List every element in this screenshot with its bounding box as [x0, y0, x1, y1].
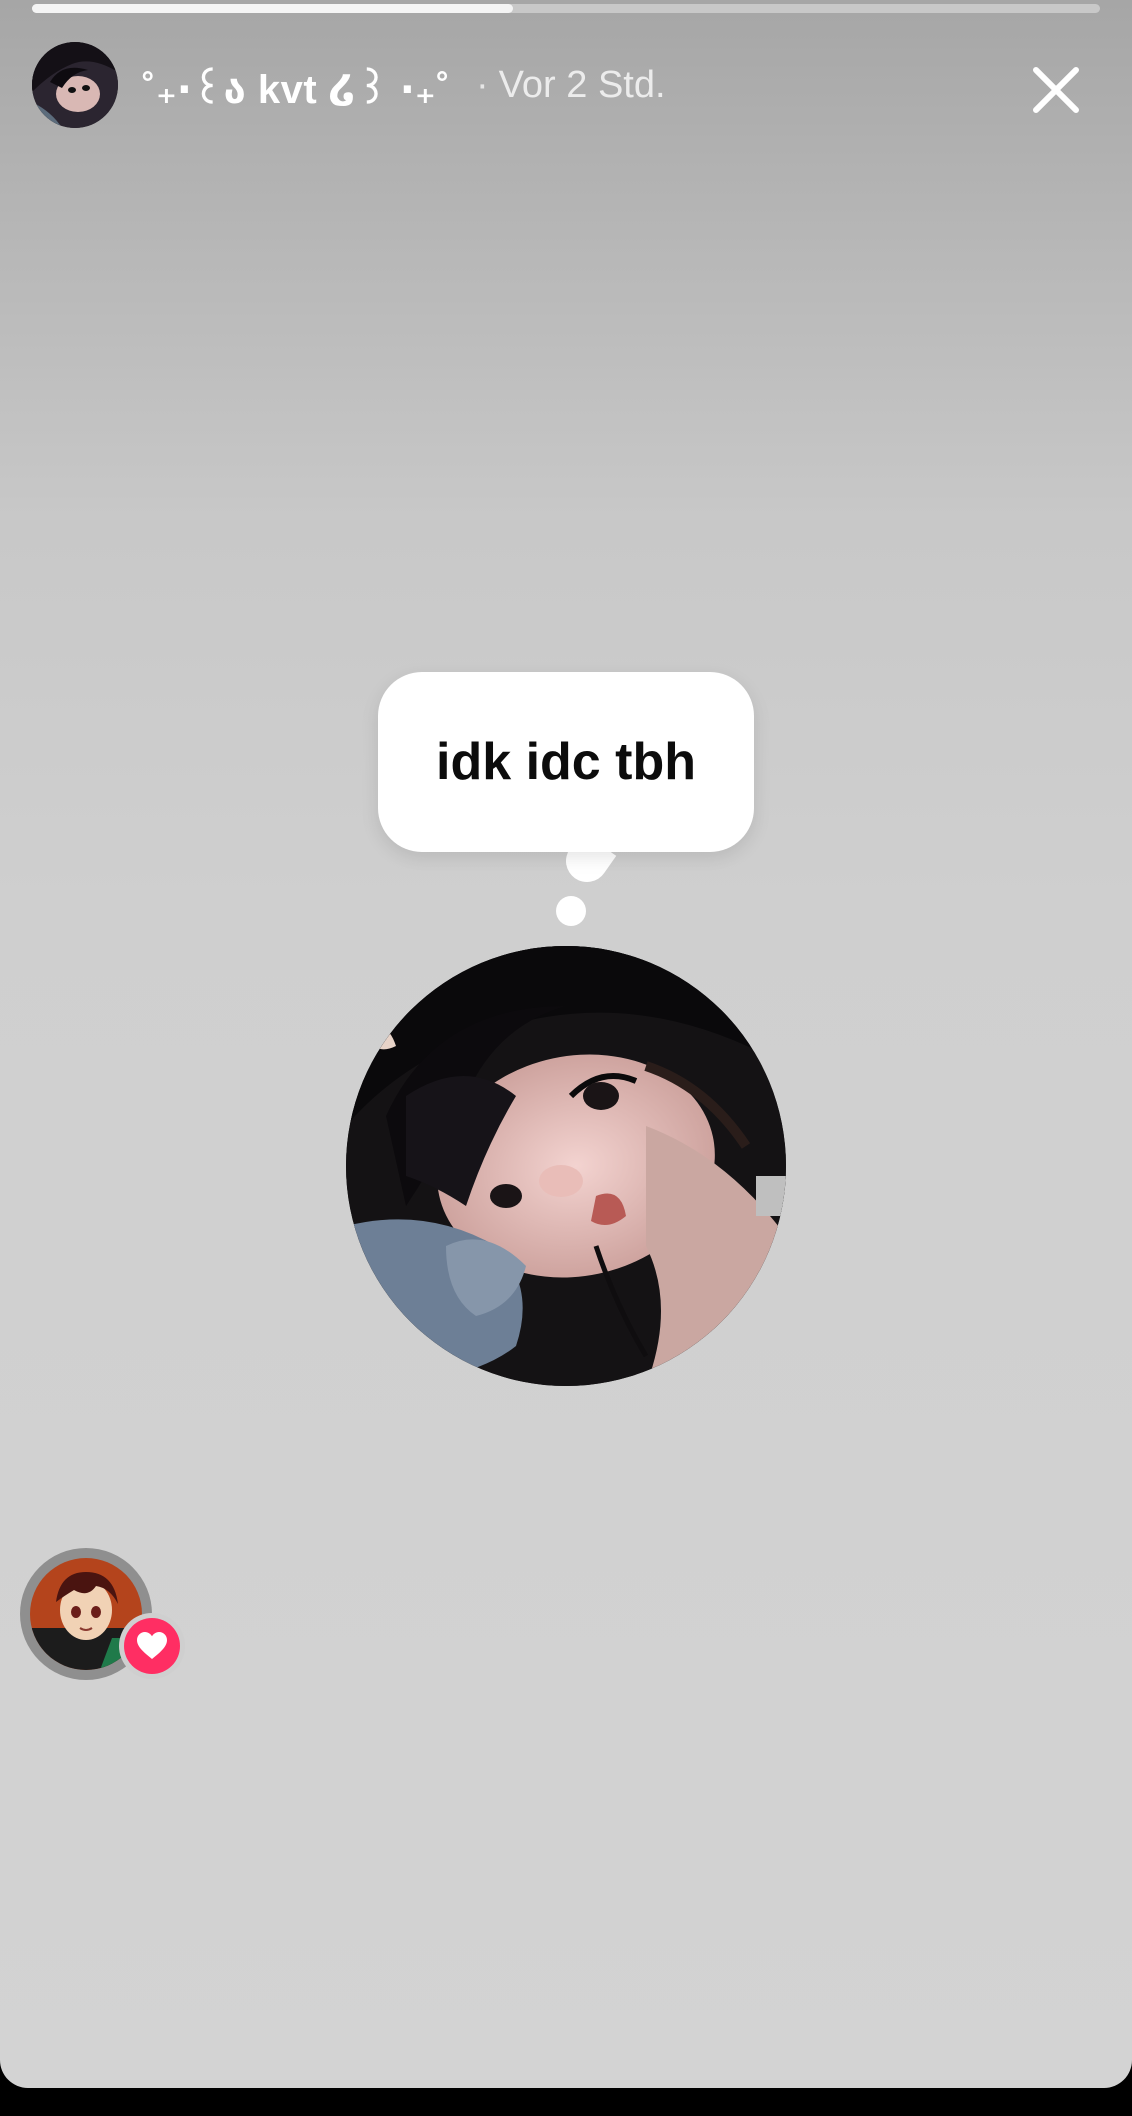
close-icon — [1033, 67, 1079, 113]
story-header: ˚₊‧꒰ა kvt ໒꒱ ‧₊˚ · Vor 2 Std. — [0, 38, 1132, 134]
author-avatar[interactable] — [32, 42, 118, 128]
close-button[interactable] — [1026, 60, 1086, 120]
story-progress-fill — [32, 4, 513, 13]
note-bubble[interactable]: idk idc tbh — [378, 672, 754, 852]
story-progress-bar — [32, 4, 1100, 13]
liked-by-indicator[interactable] — [20, 1548, 180, 1688]
note-text: idk idc tbh — [436, 733, 696, 791]
author-avatar-image — [32, 42, 118, 128]
story-timestamp: · Vor 2 Std. — [466, 64, 666, 107]
heart-icon — [137, 1632, 167, 1659]
profile-photo-image — [346, 946, 786, 1386]
story-viewer[interactable]: ˚₊‧꒰ა kvt ໒꒱ ‧₊˚ · Vor 2 Std. idk idc tbh — [0, 0, 1132, 2088]
timestamp-separator: · — [476, 64, 489, 106]
note-bubble-dot — [556, 896, 586, 926]
author-name-text: ˚₊‧꒰ა kvt ໒꒱ ‧₊˚ — [142, 68, 451, 112]
timestamp-text: Vor 2 Std. — [498, 64, 666, 106]
author-name[interactable]: ˚₊‧꒰ა kvt ໒꒱ ‧₊˚ — [142, 60, 450, 113]
system-bottom-bar — [0, 2088, 1132, 2116]
profile-photo[interactable] — [346, 946, 786, 1386]
like-badge — [124, 1618, 180, 1674]
